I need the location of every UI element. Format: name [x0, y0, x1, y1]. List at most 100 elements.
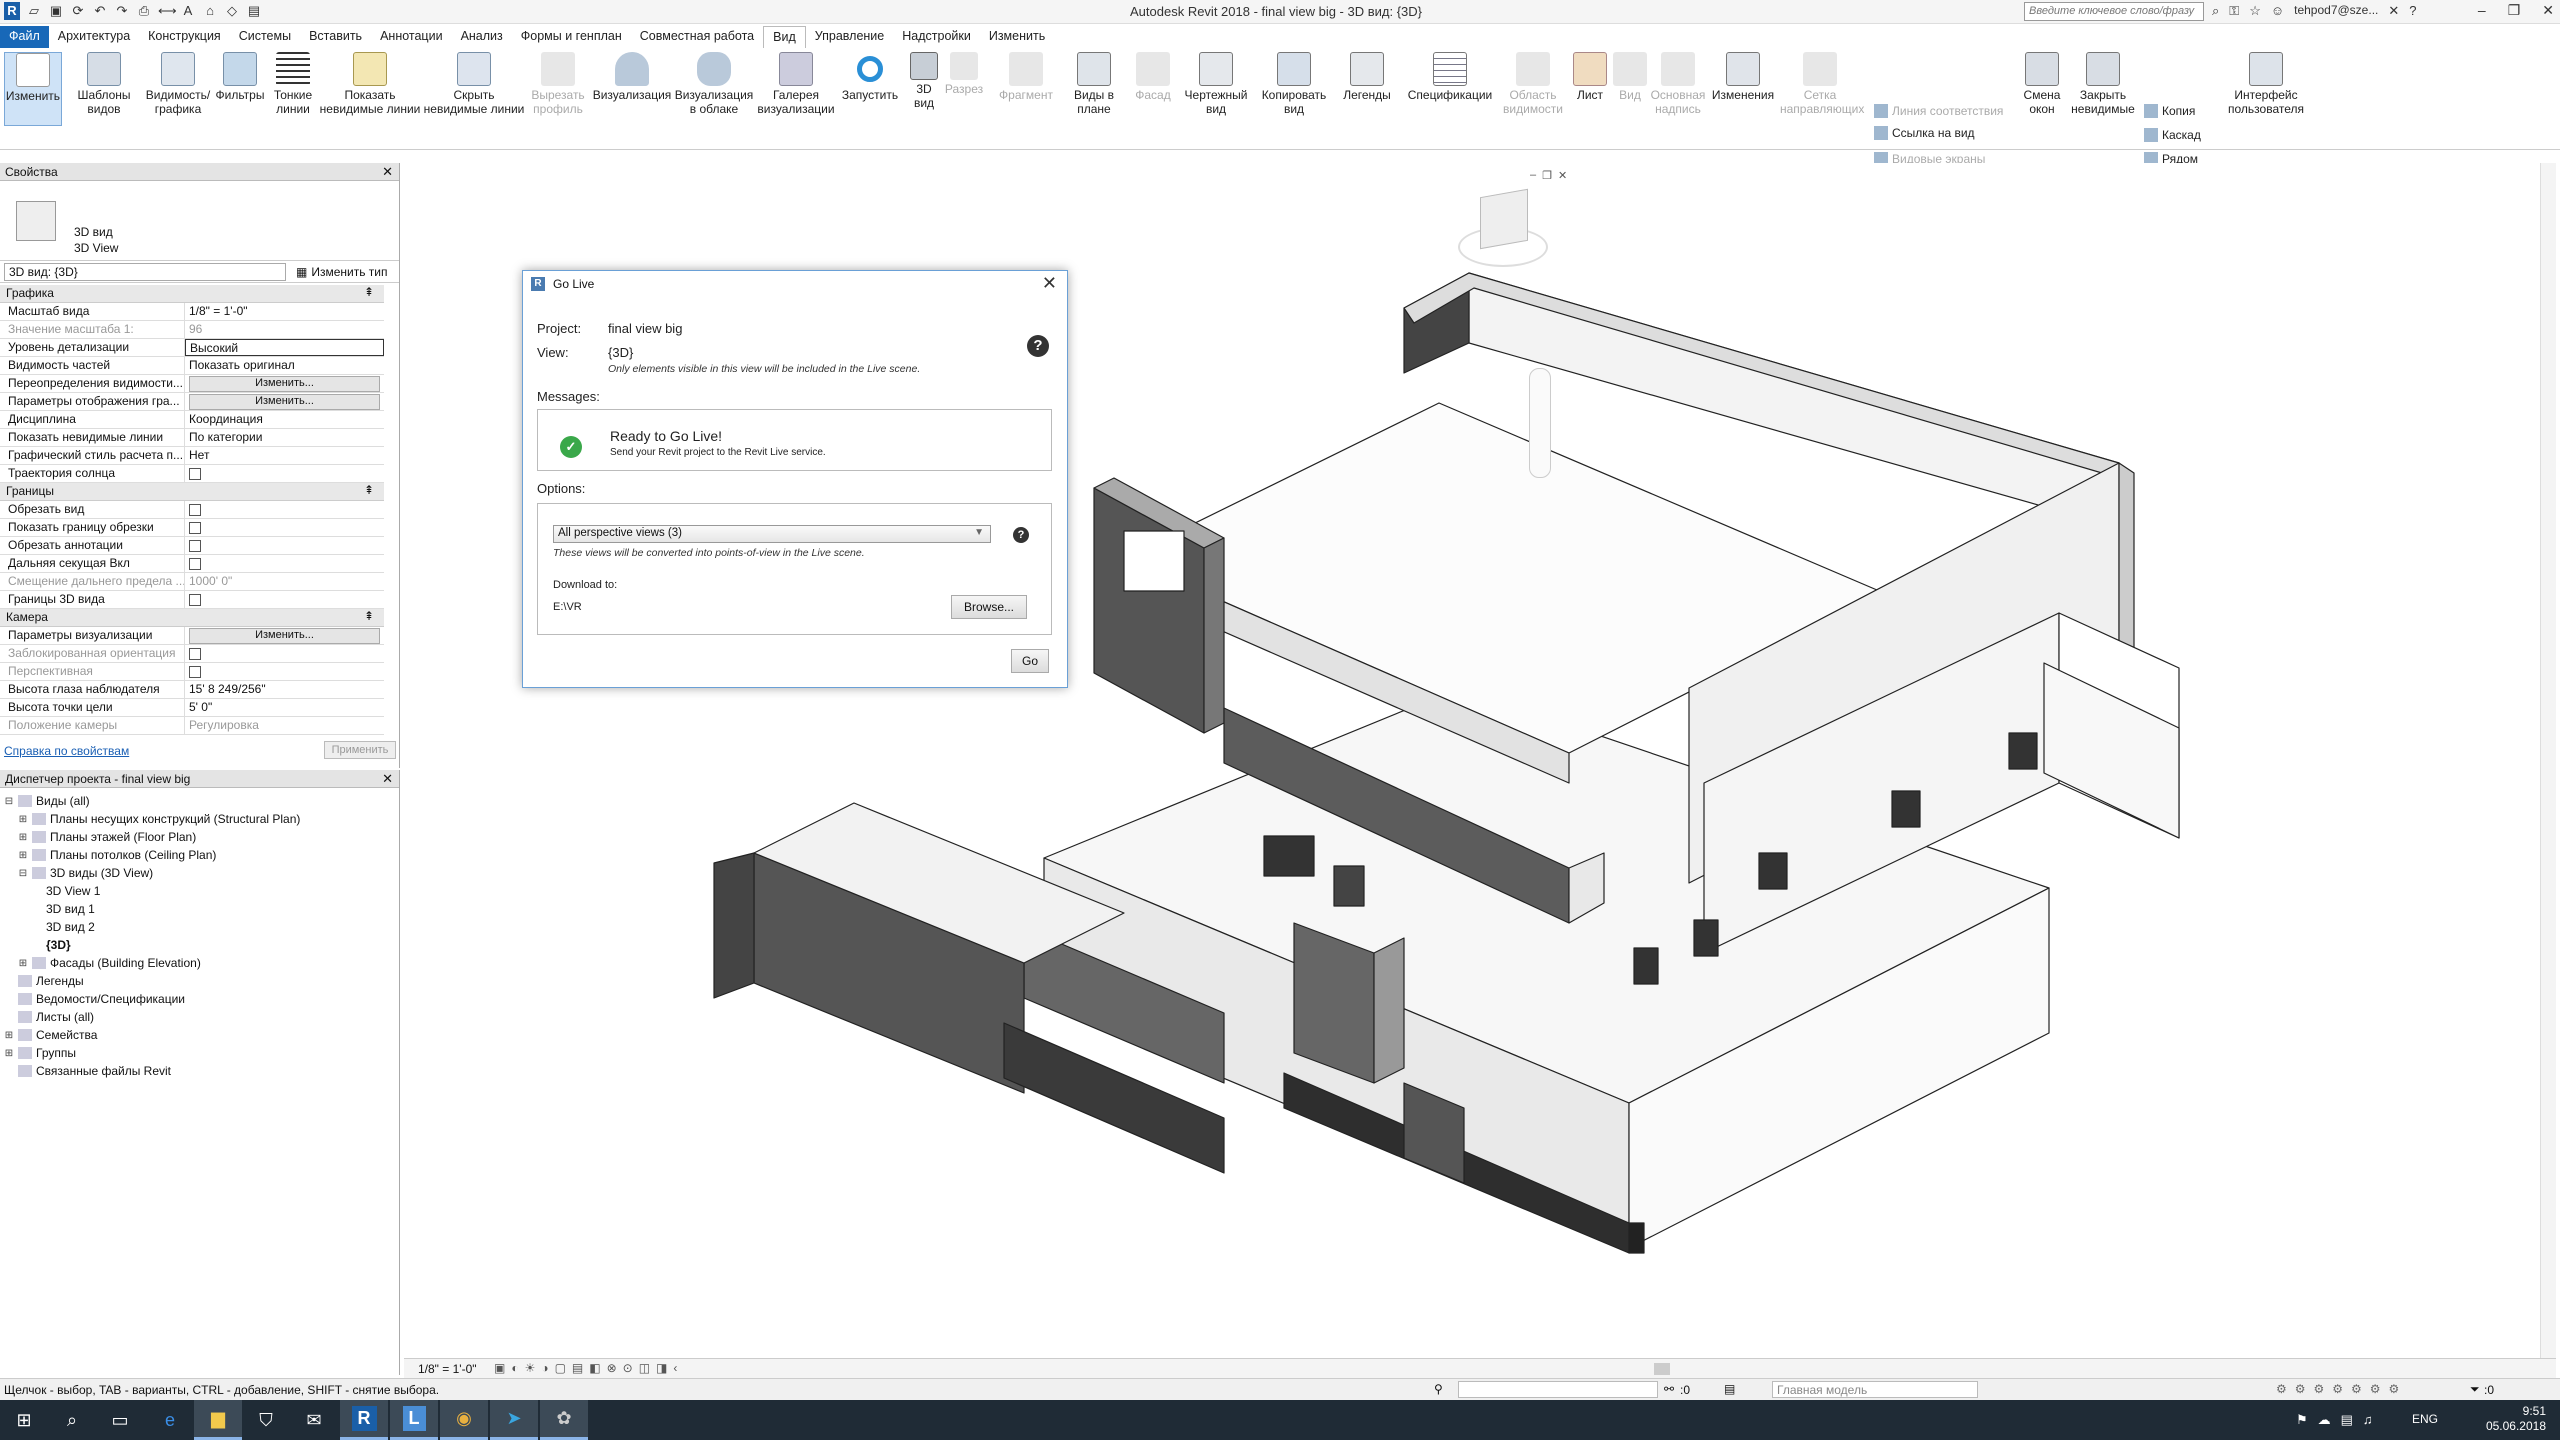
selection-control-icons[interactable]: ⚙⚙⚙⚙⚙⚙⚙: [2276, 1382, 2407, 1396]
expand-toggle-icon[interactable]: ⊟: [18, 868, 28, 879]
print-icon[interactable]: ⎙: [136, 2, 152, 20]
elevation-button[interactable]: Фасад: [1124, 52, 1182, 102]
tray-icons[interactable]: ⚑☁▤♫: [2296, 1412, 2383, 1428]
filters-button[interactable]: Фильтры: [212, 52, 268, 102]
vertical-scrollbar[interactable]: [2540, 163, 2556, 1358]
search-input[interactable]: Введите ключевое слово/фразу: [2024, 2, 2204, 21]
switch-windows-button[interactable]: Смена окон: [2018, 52, 2066, 116]
tree-node[interactable]: ⊞ Планы этажей (Floor Plan): [0, 828, 399, 846]
visibility-graphics-button[interactable]: Видимость/ графика: [142, 52, 214, 116]
tab-0[interactable]: Файл: [0, 26, 49, 48]
user-icon[interactable]: ☺: [2271, 3, 2284, 19]
close-icon[interactable]: ✕: [382, 164, 393, 180]
property-value[interactable]: Нет: [185, 447, 384, 464]
close-hidden-icon[interactable]: ▤: [246, 2, 262, 20]
close-icon[interactable]: ✕: [2542, 2, 2554, 19]
edit-button[interactable]: Изменить...: [189, 628, 380, 644]
property-checkbox[interactable]: [189, 558, 201, 570]
property-value[interactable]: Высокий: [185, 339, 384, 356]
options-help-icon[interactable]: ?: [1013, 527, 1029, 543]
edit-button[interactable]: Изменить...: [189, 394, 380, 410]
close-icon[interactable]: ✕: [1042, 273, 1057, 294]
view-reference-button[interactable]: Ссылка на вид: [1874, 126, 1975, 140]
restore-view-icon[interactable]: ❐: [1542, 169, 1552, 182]
guide-grid-button[interactable]: Сетка направляющих: [1780, 52, 1864, 116]
tab-10[interactable]: Управление: [806, 26, 894, 48]
plan-views-button[interactable]: Виды в плане: [1064, 52, 1124, 116]
property-checkbox[interactable]: [189, 594, 201, 606]
render-gallery-button[interactable]: Галерея визуализации: [756, 52, 836, 116]
collapse-icon[interactable]: ⇞: [364, 483, 374, 497]
match-line-button[interactable]: Линия соответствия: [1874, 104, 2003, 118]
clock[interactable]: 9:51 05.06.2018: [2486, 1404, 2546, 1434]
tree-node[interactable]: 3D вид 2: [0, 918, 399, 936]
render-cloud-button[interactable]: Визуализация в облаке: [674, 52, 754, 116]
property-value[interactable]: По категории: [185, 429, 384, 446]
close-hidden-button[interactable]: Закрыть невидимые: [2068, 52, 2138, 116]
revit-logo-icon[interactable]: R: [4, 2, 20, 20]
revit-taskbar-icon[interactable]: R: [340, 1400, 388, 1440]
revisions-button[interactable]: Изменения: [1708, 52, 1778, 102]
expand-toggle-icon[interactable]: ⊞: [18, 958, 28, 969]
telegram-icon[interactable]: ➤: [490, 1400, 538, 1440]
tab-6[interactable]: Анализ: [452, 26, 512, 48]
viewcube[interactable]: [1458, 187, 1548, 277]
hide-hidden-lines-button[interactable]: Скрыть невидимые линии: [422, 52, 526, 116]
section-icon[interactable]: ◇: [224, 2, 240, 20]
tree-node[interactable]: ⊞ Планы несущих конструкций (Structural P…: [0, 810, 399, 828]
misc-app-icon[interactable]: ✿: [540, 1400, 588, 1440]
favorites-icon[interactable]: ☆: [2249, 3, 2261, 19]
browse-button[interactable]: Browse...: [951, 595, 1027, 619]
minimize-view-icon[interactable]: –: [1530, 169, 1536, 182]
view-scale[interactable]: 1/8" = 1'-0": [418, 1362, 477, 1376]
minimize-icon[interactable]: –: [2478, 2, 2486, 19]
place-view-button[interactable]: Вид: [1612, 52, 1648, 102]
tab-4[interactable]: Вставить: [300, 26, 371, 48]
text-icon[interactable]: A: [180, 2, 196, 20]
close-view-icon[interactable]: ✕: [1558, 169, 1567, 182]
cascade-button[interactable]: Каскад: [2144, 128, 2201, 142]
redo-icon[interactable]: ↷: [114, 2, 130, 20]
modify-button[interactable]: Изменить: [4, 52, 62, 126]
design-options-icon[interactable]: ⚯: [1664, 1382, 1674, 1396]
tree-node[interactable]: ⊟ Виды (all): [0, 792, 399, 810]
close-icon[interactable]: ✕: [382, 771, 393, 787]
tree-node[interactable]: Легенды: [0, 972, 399, 990]
property-value[interactable]: Координация: [185, 411, 384, 428]
tab-8[interactable]: Совместная работа: [631, 26, 763, 48]
property-checkbox[interactable]: [189, 504, 201, 516]
edit-button[interactable]: Изменить...: [189, 376, 380, 392]
help-icon[interactable]: ?: [1027, 335, 1049, 357]
view-templates-button[interactable]: Шаблоны видов: [72, 52, 136, 116]
filter-icon[interactable]: ⏷: [2470, 1382, 2480, 1397]
property-group-header[interactable]: Графика ⇞: [0, 285, 384, 303]
measure-icon[interactable]: ⟷: [158, 2, 177, 20]
navigation-bar[interactable]: [1529, 368, 1551, 478]
workset-dropdown[interactable]: [1458, 1381, 1658, 1398]
start-icon[interactable]: ⊞: [0, 1400, 48, 1440]
tree-node[interactable]: 3D View 1: [0, 882, 399, 900]
expand-toggle-icon[interactable]: ⊞: [4, 1048, 14, 1059]
tree-node[interactable]: ⊞ Планы потолков (Ceiling Plan): [0, 846, 399, 864]
tab-7[interactable]: Формы и генплан: [512, 26, 631, 48]
property-value[interactable]: 5' 0": [185, 699, 384, 716]
property-checkbox[interactable]: [189, 522, 201, 534]
property-checkbox[interactable]: [189, 540, 201, 552]
revit-live-taskbar-icon[interactable]: L: [390, 1400, 438, 1440]
expand-toggle-icon[interactable]: ⊟: [4, 796, 14, 807]
legends-button[interactable]: Легенды: [1334, 52, 1400, 102]
tree-node[interactable]: ⊞ Семейства: [0, 1026, 399, 1044]
drafting-view-button[interactable]: Чертежный вид: [1180, 52, 1252, 116]
open-icon[interactable]: ▱: [26, 2, 42, 20]
replicate-button[interactable]: Копия: [2144, 104, 2195, 118]
tree-node[interactable]: 3D вид 1: [0, 900, 399, 918]
undo-icon[interactable]: ↶: [92, 2, 108, 20]
cut-profile-button[interactable]: Вырезать профиль: [528, 52, 588, 116]
subscription-icon[interactable]: ⚿: [2229, 3, 2239, 19]
tab-2[interactable]: Конструкция: [139, 26, 230, 48]
property-value[interactable]: 15' 8 249/256": [185, 681, 384, 698]
section-button[interactable]: Разрез: [944, 52, 984, 96]
view-control-icons[interactable]: ▣◐☀◑▢▤◧⊗⊙◫◨‹: [494, 1361, 683, 1375]
restore-icon[interactable]: ❐: [2508, 2, 2521, 19]
collapse-icon[interactable]: ⇞: [364, 285, 374, 299]
